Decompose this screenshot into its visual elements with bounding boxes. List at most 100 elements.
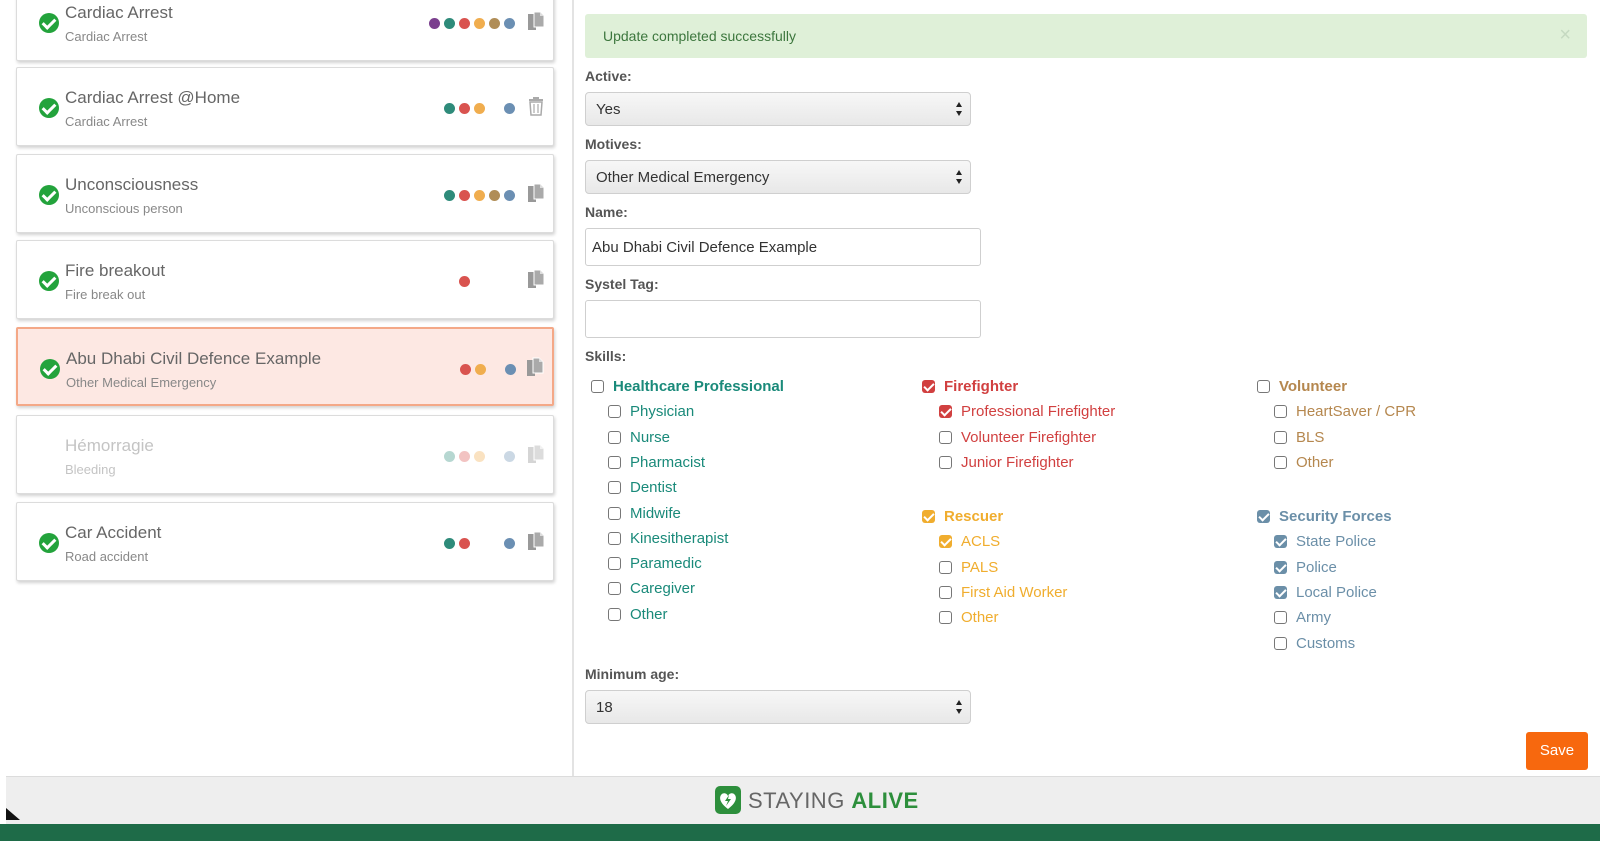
scenario-subtitle: Cardiac Arrest — [65, 29, 148, 44]
skill-item-checkbox[interactable] — [608, 557, 621, 571]
motives-select[interactable]: Other Medical Emergency — [585, 160, 971, 194]
skill-item-label: BLS — [1296, 428, 1325, 446]
skill-dot — [474, 451, 485, 462]
skill-item-checkbox[interactable] — [608, 531, 621, 545]
skill-item-checkbox[interactable] — [1274, 455, 1287, 469]
skill-item-checkbox[interactable] — [608, 506, 621, 520]
select-arrows-icon — [956, 700, 962, 714]
save-button[interactable]: Save — [1526, 732, 1588, 770]
select-arrows-icon — [956, 102, 962, 116]
skill-item-checkbox[interactable] — [608, 607, 621, 621]
scenario-title: Abu Dhabi Civil Defence Example — [66, 349, 322, 368]
scenario-subtitle: Cardiac Arrest — [65, 114, 148, 129]
motives-label: Motives: — [585, 136, 642, 152]
copy-icon[interactable] — [527, 531, 545, 551]
skill-dot — [429, 18, 440, 29]
scenario-card[interactable]: Fire breakout Fire break out — [16, 240, 554, 319]
scenario-card[interactable]: Car Accident Road accident — [16, 502, 554, 581]
systel-tag-input[interactable] — [585, 300, 981, 338]
skill-item-label: First Aid Worker — [961, 583, 1068, 601]
scenario-card[interactable]: Hémorragie Bleeding — [16, 415, 554, 494]
scenario-card[interactable]: Cardiac Arrest Cardiac Arrest — [16, 0, 554, 61]
resize-corner — [6, 808, 20, 820]
skill-item-checkbox[interactable] — [608, 582, 621, 596]
copy-icon[interactable] — [527, 444, 545, 464]
skill-group-checkbox[interactable] — [922, 380, 935, 393]
skill-item-checkbox[interactable] — [1274, 430, 1287, 444]
skill-group-checkbox[interactable] — [1257, 380, 1270, 393]
minimum-age-select[interactable]: 18 — [585, 690, 971, 724]
skill-item-label: Local Police — [1296, 583, 1377, 601]
trash-icon[interactable] — [527, 96, 545, 116]
active-select-value: Yes — [596, 101, 621, 118]
skill-item-checkbox[interactable] — [939, 430, 952, 444]
skill-item-checkbox[interactable] — [608, 455, 621, 469]
select-arrows-icon — [956, 170, 962, 184]
skill-group-label: Rescuer — [944, 508, 1004, 525]
scenario-card[interactable]: Unconsciousness Unconscious person — [16, 154, 554, 233]
skill-item-label: ACLS — [961, 533, 1001, 551]
skill-dot — [504, 103, 515, 114]
skill-item-checkbox[interactable] — [1274, 611, 1287, 625]
copy-icon[interactable] — [526, 357, 544, 377]
skill-item-checkbox[interactable] — [608, 405, 621, 419]
scenario-title: Cardiac Arrest @Home — [65, 88, 241, 107]
alert-message: Update completed successfully — [603, 28, 796, 44]
panel-divider — [572, 0, 574, 776]
scenario-title: Car Accident — [65, 523, 162, 542]
name-input[interactable]: Abu Dhabi Civil Defence Example — [585, 228, 981, 266]
skill-item-checkbox[interactable] — [1274, 585, 1287, 599]
skill-item-checkbox[interactable] — [939, 560, 952, 574]
copy-icon[interactable] — [527, 269, 545, 289]
motives-select-value: Other Medical Emergency — [596, 169, 770, 186]
skill-dot — [504, 451, 515, 462]
active-select[interactable]: Yes — [585, 92, 971, 126]
skill-item-checkbox[interactable] — [1274, 636, 1287, 650]
skill-item-checkbox[interactable] — [1274, 535, 1287, 549]
skill-item-label: Army — [1296, 609, 1331, 627]
success-alert: Update completed successfully × — [585, 14, 1587, 58]
skill-group-checkbox[interactable] — [591, 380, 604, 393]
brand-name: STAYING ALIVE — [748, 788, 919, 814]
skill-dot — [444, 451, 455, 462]
minimum-age-label: Minimum age: — [585, 666, 680, 682]
scenario-card[interactable]: Cardiac Arrest @Home Cardiac Arrest — [16, 67, 554, 146]
skill-group-label: Firefighter — [944, 378, 1019, 395]
skill-item-label: Junior Firefighter — [961, 453, 1074, 471]
skill-item-checkbox[interactable] — [939, 405, 952, 419]
systel-tag-label: Systel Tag: — [585, 276, 659, 292]
skill-dot — [444, 190, 455, 201]
copy-icon[interactable] — [527, 183, 545, 203]
skill-item-checkbox[interactable] — [939, 455, 952, 469]
skill-group-label: Healthcare Professional — [613, 378, 784, 395]
skill-dot — [489, 18, 500, 29]
skill-item-checkbox[interactable] — [608, 430, 621, 444]
skill-item-label: Nurse — [630, 428, 671, 446]
skill-item-checkbox[interactable] — [1274, 560, 1287, 574]
skill-dot — [459, 451, 470, 462]
check-circle-icon — [39, 533, 59, 553]
skill-dot — [459, 190, 470, 201]
skill-item-checkbox[interactable] — [1274, 405, 1287, 419]
skill-item-checkbox[interactable] — [939, 585, 952, 599]
bottom-bar — [0, 824, 1600, 841]
skill-group-checkbox[interactable] — [1257, 510, 1270, 523]
scenario-card[interactable]: Abu Dhabi Civil Defence Example Other Med… — [16, 327, 554, 406]
skill-item-label: Other — [630, 605, 668, 623]
skill-group-checkbox[interactable] — [922, 510, 935, 523]
skill-item-label: Other — [1296, 453, 1334, 471]
skill-item-checkbox[interactable] — [608, 481, 621, 495]
copy-icon[interactable] — [527, 11, 545, 31]
alert-close-icon[interactable]: × — [1559, 24, 1571, 47]
skill-dot — [504, 190, 515, 201]
scenario-list: Cardiac Arrest Cardiac Arrest Cardiac Arre… — [0, 0, 572, 776]
skill-item-checkbox[interactable] — [939, 611, 952, 625]
skill-item-label: Paramedic — [630, 555, 702, 573]
skill-dot — [474, 103, 485, 114]
brand-name-part2: ALIVE — [851, 788, 919, 813]
skill-item-checkbox[interactable] — [939, 535, 952, 549]
skill-dot — [444, 538, 455, 549]
skill-group-label: Security Forces — [1279, 508, 1392, 525]
scenario-subtitle: Road accident — [65, 549, 149, 564]
skill-dot — [460, 364, 471, 375]
